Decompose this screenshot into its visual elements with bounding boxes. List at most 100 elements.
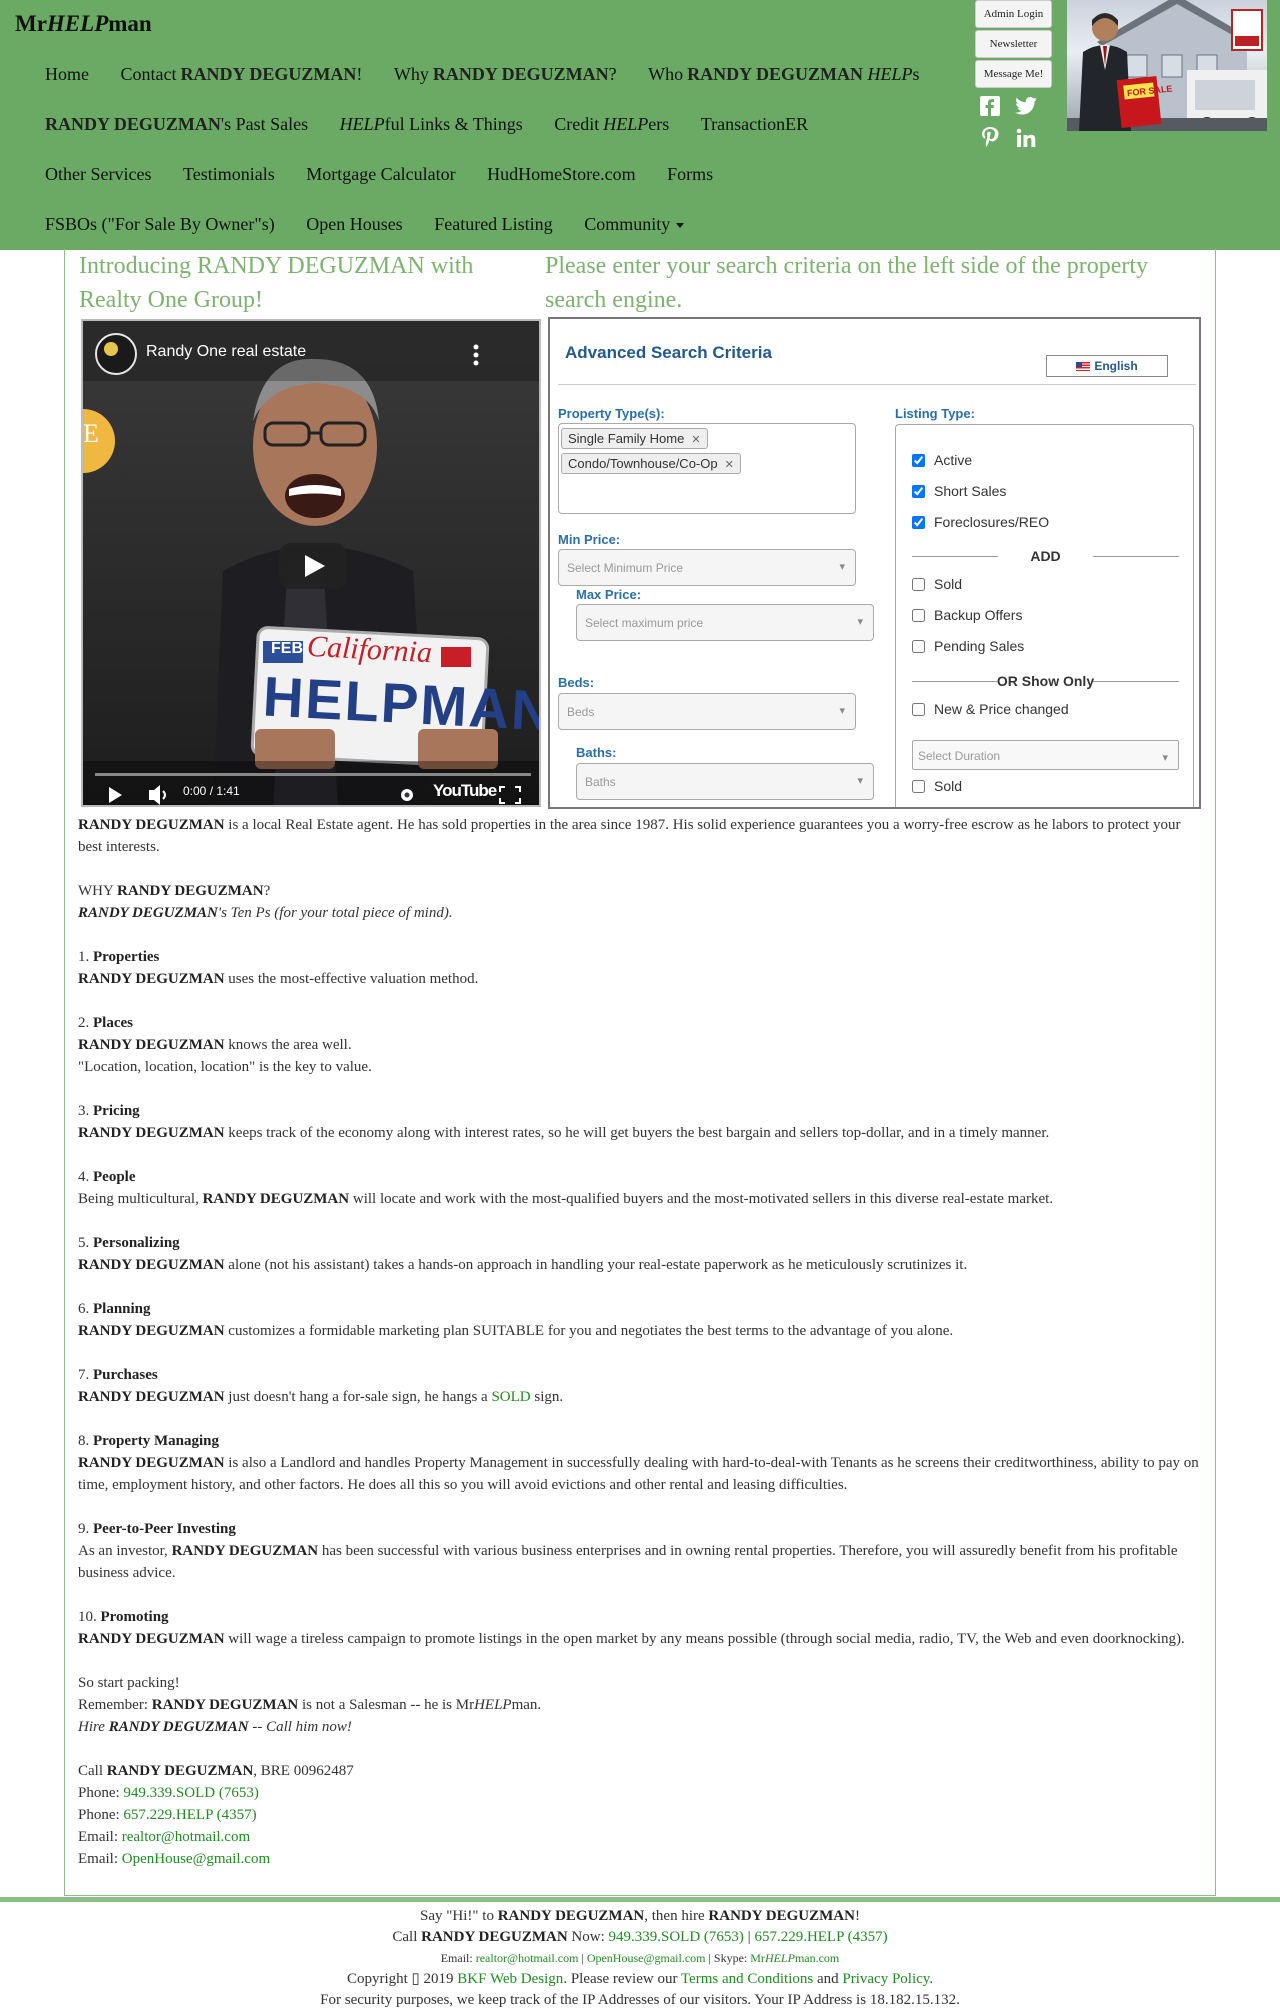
or-show-only-separator: OR Show Only (912, 673, 1179, 689)
footer-skype-link[interactable]: MrHELPman.com (750, 1951, 839, 1965)
phone-link-help[interactable]: 657.229.HELP (4357) (123, 1807, 256, 1823)
nav-who[interactable]: Who RANDY DEGUZMAN HELPs (648, 64, 919, 85)
min-price-select[interactable]: Select Minimum Price (558, 549, 856, 586)
beds-label: Beds: (558, 675, 595, 690)
nav-why[interactable]: Why RANDY DEGUZMAN? (394, 64, 617, 85)
message-me-button[interactable]: Message Me! (975, 60, 1052, 88)
footer-phone-sold[interactable]: 949.339.SOLD (7653) (609, 1929, 744, 1945)
search-panel-title: Advanced Search Criteria (565, 343, 772, 362)
nav-credit-helpers[interactable]: Credit HELPers (554, 114, 669, 135)
contact-paragraph: Call RANDY DEGUZMAN, BRE 00962487 Phone:… (78, 1763, 354, 1867)
property-types-label: Property Type(s): (558, 406, 665, 421)
nav-other-services[interactable]: Other Services (45, 164, 151, 185)
listing-active[interactable]: Active (912, 452, 972, 468)
nav-home[interactable]: Home (45, 64, 89, 85)
nav-mortgage-calculator[interactable]: Mortgage Calculator (306, 164, 455, 185)
nav-open-houses[interactable]: Open Houses (306, 214, 403, 235)
video-player[interactable]: Randy One real estate E FEB California H… (81, 319, 541, 807)
ten-ps-item: 8. Property Managing RANDY DEGUZMAN is al… (78, 1433, 1199, 1493)
add-pending-sales[interactable]: Pending Sales (912, 638, 1024, 654)
closing-paragraph: So start packing! Remember: RANDY DEGUZMA… (78, 1675, 542, 1735)
nav-community[interactable]: Community (584, 214, 685, 235)
email-link-openhouse[interactable]: OpenHouse@gmail.com (122, 1851, 270, 1867)
ten-ps-item: 7. Purchases RANDY DEGUZMAN just doesn't … (78, 1367, 564, 1405)
footer-email-realtor[interactable]: realtor@hotmail.com (476, 1951, 579, 1965)
language-selector[interactable]: English (1046, 355, 1168, 377)
add-sold[interactable]: Sold (912, 576, 962, 592)
duration-select[interactable]: Select Duration (912, 740, 1179, 770)
pinterest-icon[interactable] (979, 127, 1001, 149)
remove-chip-icon[interactable]: ✕ (688, 434, 700, 446)
nav-row-2: RANDY DEGUZMAN's Past Sales HELPful Link… (45, 114, 835, 135)
nav-forms[interactable]: Forms (667, 164, 713, 185)
nav-past-sales[interactable]: RANDY DEGUZMAN's Past Sales (45, 114, 308, 135)
show-new-price-changed[interactable]: New & Price changed (912, 701, 1069, 717)
nav-row-1: Home Contact RANDY DEGUZMAN! Why RANDY D… (45, 64, 947, 85)
property-types-field[interactable]: Single Family Home ✕ Condo/Townhouse/Co-O… (558, 423, 856, 514)
agent-photo: FOR SALE (1067, 0, 1267, 131)
ten-ps-item: 10. Promoting RANDY DEGUZMAN will wage a … (78, 1609, 1185, 1647)
main-content: Introducing RANDY DEGUZMAN with Realty O… (64, 249, 1216, 1896)
us-flag-icon (1076, 362, 1091, 372)
property-type-chip[interactable]: Condo/Townhouse/Co-Op ✕ (561, 453, 741, 474)
nav-transactioner[interactable]: TransactionER (701, 114, 808, 135)
listing-foreclosures[interactable]: Foreclosures/REO (912, 514, 1049, 530)
sold-link[interactable]: SOLD (491, 1389, 530, 1405)
footer-email-openhouse[interactable]: OpenHouse@gmail.com (587, 1951, 706, 1965)
bkf-web-design-link[interactable]: BKF Web Design (457, 1971, 563, 1987)
property-type-chip[interactable]: Single Family Home ✕ (561, 428, 708, 449)
admin-login-button[interactable]: Admin Login (975, 0, 1052, 28)
listing-short-sales[interactable]: Short Sales (912, 483, 1006, 499)
nav-testimonials[interactable]: Testimonials (183, 164, 275, 185)
footer-phone-help[interactable]: 657.229.HELP (4357) (754, 1929, 887, 1945)
add-separator: ADD (912, 548, 1179, 564)
email-link-realtor[interactable]: realtor@hotmail.com (122, 1829, 250, 1845)
twitter-icon[interactable] (1015, 95, 1037, 117)
site-logo[interactable]: MrHELPman (15, 11, 152, 37)
nav-row-3: Other Services Testimonials Mortgage Cal… (45, 164, 740, 185)
nav-hudhomestore[interactable]: HudHomeStore.com (487, 164, 635, 185)
baths-select[interactable]: Baths (576, 763, 874, 800)
max-price-label: Max Price: (576, 587, 642, 602)
property-type-chip-label: Condo/Townhouse/Co-Op (568, 456, 718, 471)
terms-link[interactable]: Terms and Conditions (681, 1971, 813, 1987)
linkedin-icon[interactable] (1015, 127, 1037, 149)
footer-copyright: Copyright ▯ 2019 BKF Web Design. Please … (346, 1971, 934, 1987)
nav-helpful-links[interactable]: HELPful Links & Things (340, 114, 523, 135)
search-instructions-heading: Please enter your search criteria on the… (545, 253, 1149, 313)
nav-fsbo[interactable]: FSBOs ("For Sale By Owner"s) (45, 214, 275, 235)
intro-paragraph: RANDY DEGUZMAN is a local Real Estate ag… (78, 817, 1181, 855)
site-footer: Say "Hi!" to RANDY DEGUZMAN, then hire R… (0, 1897, 1280, 2013)
nav-contact[interactable]: Contact RANDY DEGUZMAN! (121, 64, 363, 85)
remove-chip-icon[interactable]: ✕ (722, 459, 734, 471)
plate-state: California (306, 629, 433, 670)
facebook-icon[interactable] (979, 95, 1001, 117)
youtube-logo[interactable]: YouTube (433, 781, 497, 801)
newsletter-button[interactable]: Newsletter (975, 30, 1052, 58)
about-text: RANDY DEGUZMAN is a local Real Estate ag… (78, 814, 1208, 1892)
ten-ps-item: 9. Peer-to-Peer Investing As an investor,… (78, 1521, 1178, 1581)
privacy-link[interactable]: Privacy Policy (842, 1971, 929, 1987)
baths-label: Baths: (576, 745, 617, 760)
listing-type-label: Listing Type: (895, 406, 975, 421)
why-paragraph: WHY RANDY DEGUZMAN? RANDY DEGUZMAN's Ten … (78, 883, 453, 921)
video-time: 0:00 / 1:41 (183, 784, 240, 798)
ten-ps-item: 2. Places RANDY DEGUZMAN knows the area w… (78, 1015, 372, 1075)
ten-ps-item: 1. Properties RANDY DEGUZMAN uses the mos… (78, 949, 479, 987)
min-price-label: Min Price: (558, 532, 621, 547)
video-title[interactable]: Randy One real estate (146, 343, 306, 361)
ten-ps-item: 4. People Being multicultural, RANDY DEGU… (78, 1169, 1054, 1207)
show-sold[interactable]: Sold (912, 778, 962, 794)
add-backup-offers[interactable]: Backup Offers (912, 607, 1022, 623)
beds-select[interactable]: Beds (558, 693, 856, 730)
property-type-chip-label: Single Family Home (568, 431, 685, 446)
video-side-letter: E (83, 419, 99, 448)
advanced-search-panel: Advanced Search Criteria English Propert… (548, 317, 1201, 809)
ten-ps-item: 5. Personalizing RANDY DEGUZMAN alone (no… (78, 1235, 968, 1273)
footer-security-note: For security purposes, we keep track of … (320, 1992, 960, 2008)
max-price-select[interactable]: Select maximum price (576, 604, 874, 641)
intro-heading: Introducing RANDY DEGUZMAN with Realty O… (79, 253, 474, 313)
nav-featured-listing[interactable]: Featured Listing (434, 214, 552, 235)
phone-link-sold[interactable]: 949.339.SOLD (7653) (123, 1785, 258, 1801)
listing-type-box: Active Short Sales Foreclosures/REO ADD … (895, 424, 1194, 807)
